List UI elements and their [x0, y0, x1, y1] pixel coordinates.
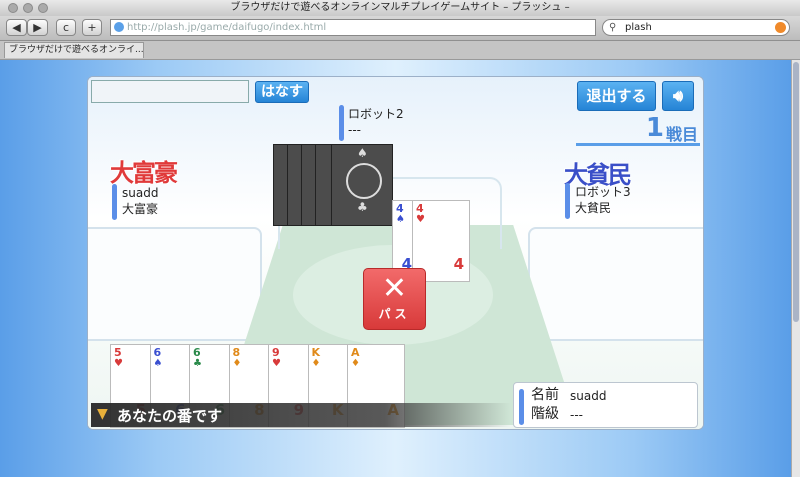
player-top-rank: --- — [348, 123, 361, 137]
pass-button[interactable]: ✕ パス — [363, 268, 426, 330]
card-suit-icon: ♦ — [351, 358, 360, 369]
self-name-value: suadd — [570, 389, 607, 403]
window-title: ブラウザだけで遊べるオンラインマルチプレイゲームサイト – プラッシュ – — [230, 2, 570, 13]
self-rank-value: --- — [570, 408, 583, 422]
self-info-panel: 名前 suadd 階級 --- — [513, 382, 698, 428]
window-controls[interactable] — [8, 3, 48, 13]
game-area: はなす 退出する 🔊︎ 1 戦目 ロボット2 --- ♠ ♣ 大富豪 suadd… — [87, 76, 704, 430]
add-bookmark-button[interactable]: + — [82, 19, 102, 36]
player-right-name: ロボット3 — [575, 185, 631, 199]
round-suffix: 戦目 — [665, 125, 698, 144]
player-top-indicator — [339, 105, 344, 141]
sound-button[interactable]: 🔊︎ — [662, 81, 694, 111]
card-rank-large: 4 — [453, 255, 464, 273]
right-seat-area — [528, 227, 703, 341]
player-left-indicator — [112, 184, 117, 220]
search-field[interactable]: ⚲ plash — [602, 19, 790, 36]
snapback-icon[interactable] — [775, 22, 786, 33]
browser-toolbar: ◀ ▶ c + http://plash.jp/game/daifugo/ind… — [0, 16, 800, 41]
player-left-rank: 大富豪 — [122, 202, 159, 216]
card-suit-icon: ♠ — [153, 358, 163, 369]
close-icon: ✕ — [381, 271, 408, 306]
scrollbar-thumb[interactable] — [793, 62, 799, 322]
player-left-name: suadd — [122, 186, 159, 200]
talk-button[interactable]: はなす — [255, 81, 309, 103]
search-value: plash — [625, 22, 652, 33]
zoom-window-icon[interactable] — [38, 3, 48, 13]
player-top-name: ロボット2 — [348, 107, 404, 121]
left-seat-area — [88, 227, 262, 341]
close-window-icon[interactable] — [8, 3, 18, 13]
card-suit-icon: ♥ — [114, 358, 123, 369]
round-counter: 1 戦目 — [576, 113, 700, 146]
tab-current[interactable]: ブラウザだけで遊べるオンライ... — [4, 42, 144, 58]
forward-button[interactable]: ▶ — [27, 19, 48, 36]
globe-icon — [114, 22, 124, 32]
tab-bar: ブラウザだけで遊べるオンライ... — [0, 41, 800, 60]
card-suit-icon: ♦ — [232, 358, 242, 369]
self-name-label: 名前 — [531, 387, 559, 403]
search-icon: ⚲ — [609, 22, 617, 33]
card-suit-icon: ♥ — [416, 214, 425, 225]
self-indicator — [519, 389, 524, 425]
pass-label: パス — [378, 307, 411, 321]
player-top-hand: ♠ ♣ — [273, 144, 395, 227]
card-back-top: ♠ ♣ — [331, 144, 393, 226]
round-number: 1 — [645, 113, 664, 143]
address-bar[interactable]: http://plash.jp/game/daifugo/index.html — [110, 19, 596, 36]
reload-button[interactable]: c — [56, 19, 76, 36]
chat-input[interactable] — [91, 80, 249, 103]
card-back-pattern-icon — [346, 163, 382, 199]
player-left-title: 大富豪 — [110, 159, 178, 187]
club-icon: ♣ — [357, 200, 368, 214]
spade-icon: ♠ — [357, 146, 368, 160]
player-right-rank: 大貧民 — [575, 201, 612, 215]
back-button[interactable]: ◀ — [6, 19, 27, 36]
speaker-icon: 🔊︎ — [672, 86, 684, 105]
self-rank-label: 階級 — [531, 406, 559, 422]
torch-icon: ▼ — [97, 406, 108, 422]
minimize-window-icon[interactable] — [23, 3, 33, 13]
card-suit-icon: ♣ — [193, 358, 202, 369]
player-right-indicator — [565, 183, 570, 219]
window-title-bar: ブラウザだけで遊べるオンラインマルチプレイゲームサイト – プラッシュ – — [0, 0, 800, 16]
card-suit-icon: ♦ — [311, 358, 321, 369]
exit-button[interactable]: 退出する — [577, 81, 656, 111]
vertical-scrollbar[interactable] — [791, 60, 800, 477]
turn-message: あなたの番です — [117, 407, 223, 425]
turn-message-bar: ▼ あなたの番です — [91, 403, 511, 427]
card-suit-icon: ♠ — [396, 214, 405, 225]
card-suit-icon: ♥ — [272, 358, 281, 369]
url-text: http://plash.jp/game/daifugo/index.html — [127, 22, 327, 33]
